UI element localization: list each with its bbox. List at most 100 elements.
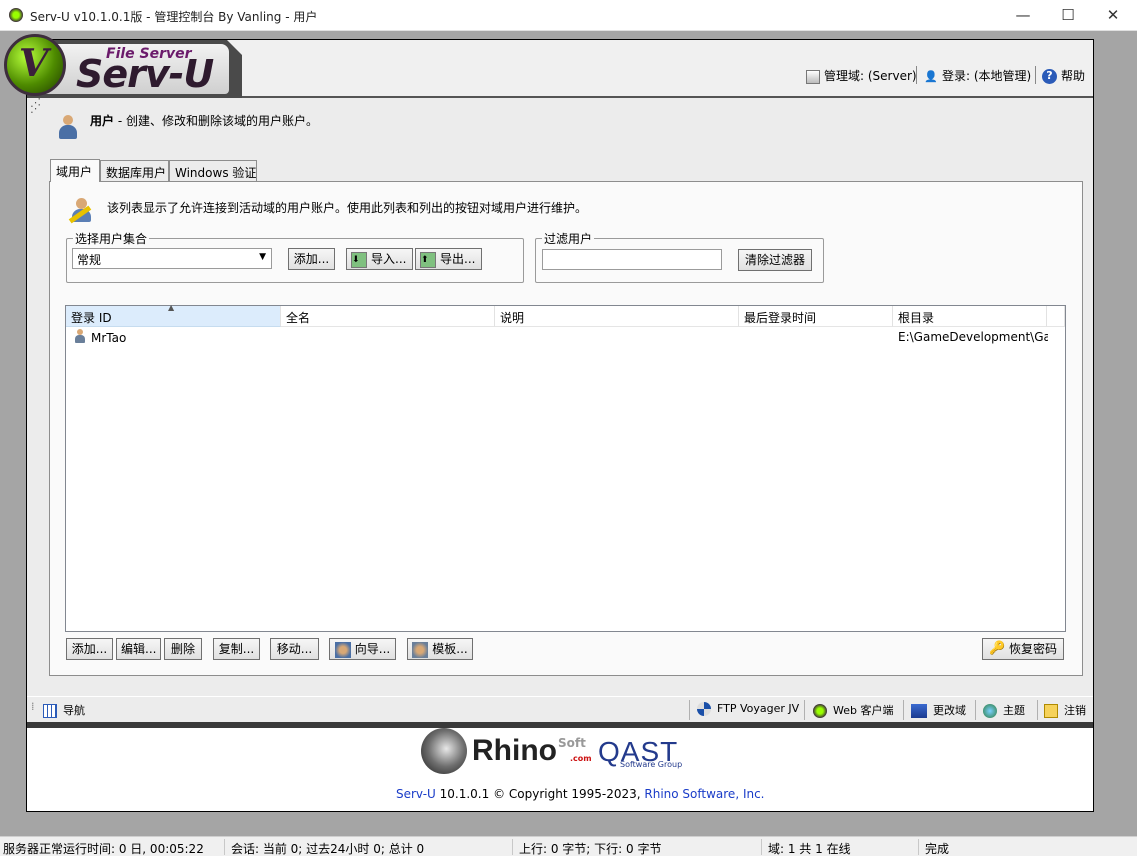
header-login-link[interactable]: 👤 登录: (本地管理) — [924, 67, 1031, 84]
title-bar: Serv-U v10.1.0.1版 - 管理控制台 By Vanling - 用… — [0, 0, 1137, 31]
template-button[interactable]: 模板... — [407, 638, 473, 660]
import-label: 导入... — [371, 252, 407, 266]
rhino-software-link[interactable]: Rhino Software, Inc. — [644, 787, 764, 801]
export-button[interactable]: ⬆ 导出... — [415, 248, 482, 270]
separator — [804, 700, 805, 720]
column-header-filler — [1047, 306, 1065, 327]
tab-domain-users[interactable]: 域用户 — [50, 159, 100, 182]
wizard-icon — [334, 641, 351, 658]
copy-user-button[interactable]: 复制... — [213, 638, 260, 660]
recover-password-label: 恢复密码 — [1008, 642, 1057, 656]
separator — [975, 700, 976, 720]
serv-u-link[interactable]: Serv-U — [396, 787, 436, 801]
header-separator — [1035, 66, 1036, 84]
separator — [918, 839, 919, 855]
logout-label: 注销 — [1064, 704, 1086, 717]
logo-title: Serv-U — [76, 52, 214, 96]
copyright-text: 10.1.0.1 © Copyright 1995-2023, — [435, 787, 645, 801]
user-edit-icon — [68, 198, 98, 226]
user-set-select[interactable]: 常规 ▼ — [72, 248, 272, 269]
collection-add-button[interactable]: 添加... — [288, 248, 335, 270]
cell-root-dir: E:\GameDevelopment\Ga... — [898, 330, 1048, 344]
separator — [903, 700, 904, 720]
column-header-root-dir[interactable]: 根目录 — [893, 306, 1047, 327]
nav-toggle[interactable]: 导航 — [43, 702, 85, 718]
page-title: 用户 - 创建、修改和删除该域的用户账户。 — [90, 112, 318, 129]
maximize-button[interactable]: ☐ — [1045, 0, 1091, 31]
navigation-bar: ⁞ 导航 FTP Voyager JV Web 客户端 更改域 主题 注销 — [27, 696, 1093, 722]
theme-label: 主题 — [1003, 704, 1025, 717]
status-sessions: 会话: 当前 0; 过去24小时 0; 总计 0 — [231, 842, 425, 856]
nav-label: 导航 — [63, 704, 85, 717]
wizard-button[interactable]: 向导... — [329, 638, 396, 660]
domain-label: 管理域: (Server) — [824, 69, 917, 83]
page-title-desc: - 创建、修改和删除该域的用户账户。 — [114, 114, 318, 128]
user-icon: 👤 — [924, 69, 938, 83]
logout-link[interactable]: 注销 — [1044, 702, 1086, 718]
edit-user-button[interactable]: 编辑... — [116, 638, 161, 660]
export-label: 导出... — [440, 252, 476, 266]
theme-icon — [983, 704, 997, 718]
header-domain-link[interactable]: 管理域: (Server) — [806, 67, 917, 84]
change-domain-link[interactable]: 更改域 — [911, 702, 966, 718]
ftp-voyager-icon — [697, 702, 711, 716]
import-icon: ⬇ — [351, 251, 367, 268]
tab-windows-auth[interactable]: Windows 验证 — [169, 160, 257, 182]
export-icon: ⬆ — [420, 251, 436, 268]
help-label: 帮助 — [1061, 69, 1086, 83]
move-user-button[interactable]: 移动... — [270, 638, 319, 660]
change-domain-label: 更改域 — [933, 704, 966, 717]
separator — [224, 839, 225, 855]
clear-filter-button[interactable]: 清除过滤器 — [738, 249, 812, 271]
help-icon: ? — [1042, 69, 1057, 84]
rhinosoft-logo-com: .com — [570, 754, 592, 763]
resize-grip-icon[interactable]: ⋰ ⋰ — [30, 97, 44, 118]
recover-password-button[interactable]: 🔑 恢复密码 — [982, 638, 1064, 660]
rhinosoft-logo-icon — [421, 728, 467, 774]
cell-login-id: MrTao — [91, 331, 127, 345]
nav-grip-icon: ⁞ — [31, 700, 35, 713]
user-list[interactable]: 登录 ID ▲ 全名 说明 最后登录时间 根目录 MrTao E:\GameDe… — [65, 303, 1066, 632]
header-help-link[interactable]: ? 帮助 — [1042, 67, 1085, 84]
users-icon — [56, 113, 80, 141]
filter-legend: 过滤用户 — [542, 230, 595, 247]
separator — [689, 700, 690, 720]
rhinosoft-logo-soft: Soft — [558, 736, 586, 750]
chevron-down-icon: ▼ — [259, 252, 266, 262]
column-header-last-login[interactable]: 最后登录时间 — [739, 306, 893, 327]
status-uptime: 服务器正常运行时间: 0 日, 00:05:22 — [3, 842, 204, 856]
ftp-voyager-link[interactable]: FTP Voyager JV — [697, 702, 799, 716]
login-label: 登录: (本地管理) — [942, 69, 1032, 83]
delete-user-button[interactable]: 删除 — [164, 638, 202, 660]
sort-ascending-icon: ▲ — [168, 303, 175, 312]
filter-input[interactable] — [542, 249, 722, 270]
copyright: Serv-U 10.1.0.1 © Copyright 1995-2023, R… — [396, 787, 765, 801]
status-state: 完成 — [925, 842, 950, 856]
column-header-description[interactable]: 说明 — [495, 306, 739, 327]
column-header-login-id[interactable]: 登录 ID ▲ — [66, 303, 281, 327]
header-separator — [916, 66, 917, 84]
theme-link[interactable]: 主题 — [983, 702, 1025, 718]
minimize-button[interactable]: — — [1000, 0, 1046, 31]
user-row-icon — [74, 329, 86, 343]
template-label: 模板... — [432, 642, 468, 656]
table-row[interactable]: MrTao E:\GameDevelopment\Ga... — [66, 327, 1065, 347]
status-bar: 服务器正常运行时间: 0 日, 00:05:22 会话: 当前 0; 过去24小… — [0, 836, 1137, 856]
wizard-label: 向导... — [354, 642, 391, 656]
tab-database-users[interactable]: 数据库用户 — [100, 160, 169, 182]
qast-logo-subtitle: Software Group — [620, 760, 683, 769]
web-client-link[interactable]: Web 客户端 — [813, 702, 893, 718]
separator — [761, 839, 762, 855]
key-icon: 🔑 — [988, 640, 1006, 656]
user-set-legend: 选择用户集合 — [73, 230, 150, 247]
logout-key-icon — [1044, 704, 1058, 718]
panel-description: 该列表显示了允许连接到活动域的用户账户。使用此列表和列出的按钮对域用户进行维护。 — [107, 201, 588, 215]
ftp-voyager-label: FTP Voyager JV — [717, 702, 800, 715]
column-header-full-name[interactable]: 全名 — [281, 306, 495, 327]
import-button[interactable]: ⬇ 导入... — [346, 248, 413, 270]
window-title: Serv-U v10.1.0.1版 - 管理控制台 By Vanling - 用… — [30, 10, 318, 24]
close-button[interactable]: ✕ — [1090, 0, 1136, 31]
add-user-button[interactable]: 添加... — [66, 638, 113, 660]
status-domain: 域: 1 共 1 在线 — [768, 842, 851, 856]
domain-change-icon — [911, 704, 927, 718]
